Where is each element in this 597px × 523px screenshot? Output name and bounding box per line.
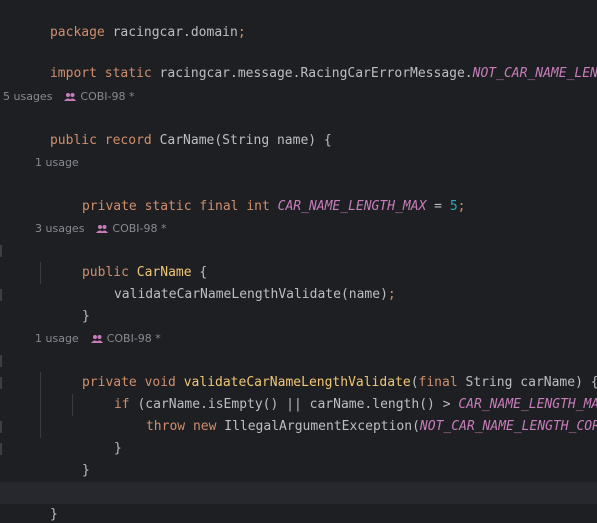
- code-line-field[interactable]: private static final int CAR_NAME_LENGTH…: [0, 174, 597, 214]
- author-name: COBI-98 *: [80, 90, 135, 103]
- users-icon: [64, 93, 77, 101]
- semicolon: ;: [457, 199, 466, 214]
- keyword: static: [104, 66, 152, 81]
- indent-guide: [40, 372, 41, 394]
- inlay-hint-method[interactable]: 1 usage COBI-98 *: [0, 328, 597, 350]
- indent-guide: [72, 394, 73, 416]
- indent-guide: [40, 416, 41, 438]
- record-name: CarName: [159, 133, 215, 148]
- indent-guide: [40, 262, 41, 284]
- code-editor[interactable]: package racingcar.domain; import static …: [0, 0, 597, 523]
- author-name: COBI-98 *: [106, 332, 161, 345]
- keyword: public: [49, 133, 97, 148]
- code-line-if-close[interactable]: }: [0, 416, 597, 456]
- keyword: record: [104, 133, 152, 148]
- fold-marker[interactable]: [0, 377, 2, 389]
- author-hint[interactable]: COBI-98 *: [64, 86, 135, 108]
- semicolon: ;: [237, 25, 246, 40]
- author-hint[interactable]: COBI-98 *: [96, 218, 167, 240]
- close-brace: }: [81, 463, 90, 478]
- code-line-if[interactable]: if (carName.isEmpty() || carName.length(…: [0, 372, 597, 412]
- users-icon: [96, 225, 109, 233]
- indent-guide: [40, 394, 41, 416]
- fold-marker[interactable]: [0, 245, 2, 257]
- usages-count[interactable]: 1 usage: [35, 152, 79, 174]
- fold-marker[interactable]: [0, 421, 2, 433]
- keyword: package: [49, 25, 105, 40]
- code-line-method[interactable]: private void validateCarNameLengthValida…: [0, 350, 597, 390]
- keyword: import: [49, 66, 97, 81]
- usages-count[interactable]: 1 usage: [35, 328, 79, 350]
- fold-marker[interactable]: [0, 443, 2, 455]
- inlay-hint-constructor[interactable]: 3 usages COBI-98 *: [0, 218, 597, 240]
- operator: =: [426, 199, 450, 214]
- inlay-hint-field[interactable]: 1 usage: [0, 152, 597, 174]
- fold-marker[interactable]: [0, 289, 2, 301]
- record-params: (String name) {: [214, 133, 332, 148]
- close-brace: }: [49, 507, 58, 522]
- code-line-record-close[interactable]: }: [0, 482, 597, 522]
- code-line-package[interactable]: package racingcar.domain;: [0, 0, 597, 40]
- constant: NOT_CAR_NAME_LENGTH_C: [472, 66, 597, 81]
- code-line-throw[interactable]: throw new IllegalArgumentException(NOT_C…: [0, 394, 597, 434]
- constant: CAR_NAME_LENGTH_MAX: [277, 199, 427, 214]
- inlay-hint-record[interactable]: 5 usages COBI-98 *: [0, 86, 597, 108]
- usages-count[interactable]: 5 usages: [3, 86, 52, 108]
- author-name: COBI-98 *: [112, 222, 167, 235]
- close-brace: }: [81, 309, 90, 324]
- code-line-constructor-close[interactable]: }: [0, 284, 597, 324]
- usages-count[interactable]: 3 usages: [35, 218, 84, 240]
- code-line-import[interactable]: import static racingcar.message.RacingCa…: [0, 41, 597, 81]
- code-line-constructor-call[interactable]: validateCarNameLengthValidate(name);: [0, 262, 597, 302]
- author-hint[interactable]: COBI-98 *: [90, 328, 161, 350]
- code-line-constructor[interactable]: public CarName {: [0, 240, 597, 280]
- package-name: racingcar.domain: [104, 25, 238, 40]
- keyword: private static final int: [81, 199, 270, 214]
- number-literal: 5: [449, 199, 458, 214]
- code-line-record[interactable]: public record CarName(String name) {: [0, 108, 597, 148]
- code-line-method-close[interactable]: }: [0, 438, 597, 478]
- import-path: racingcar.message.RacingCarErrorMessage.: [151, 66, 473, 81]
- fold-marker[interactable]: [0, 355, 2, 367]
- users-icon: [90, 335, 103, 343]
